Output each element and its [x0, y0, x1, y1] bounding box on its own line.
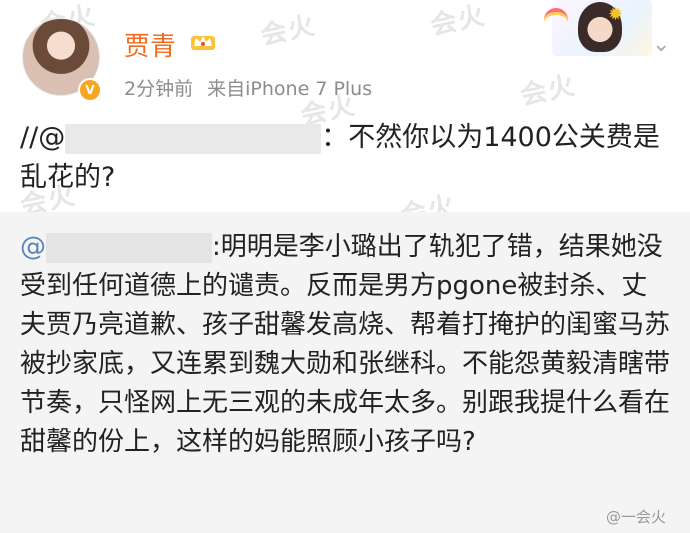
verified-badge-icon: V: [78, 78, 102, 102]
repost-prefix: //@: [20, 122, 66, 153]
author-name[interactable]: 贾青: [124, 26, 176, 63]
crown-icon: [191, 36, 215, 50]
post-header: V 贾青 2分钟前 来自iPhone 7 Plus ✹ ⌄: [0, 0, 690, 112]
repost-line1: :明明是李小璐出了轨犯了错，结果: [212, 232, 611, 262]
post-time: 2分钟前: [124, 78, 194, 100]
repost-text: @ :明明是李小璐出了轨犯了错，结果她没受到任何道德上的谴责。反而是男方pgone…: [20, 228, 670, 462]
repost-colon: ：: [321, 122, 349, 153]
post-text: //@ ：不然你以为1400公关费是乱花的?: [20, 118, 670, 198]
sun-icon: ✹: [608, 4, 624, 25]
repost-card[interactable]: @ :明明是李小璐出了轨犯了错，结果她没受到任何道德上的谴责。反而是男方pgone…: [0, 212, 690, 533]
repost-body: 她没受到任何道德上的谴责。反而是男方pgone被封杀、丈夫贾乃亮道歉、孩子甜馨发…: [20, 232, 671, 457]
corner-watermark: @一会火: [606, 508, 667, 526]
post-meta: 2分钟前 来自iPhone 7 Plus: [124, 74, 380, 101]
masked-username: [46, 232, 212, 263]
rainbow-icon: [544, 8, 568, 26]
repost-at[interactable]: @: [20, 232, 46, 262]
post-source: 来自iPhone 7 Plus: [207, 78, 373, 100]
chevron-down-icon[interactable]: ⌄: [652, 32, 670, 57]
masked-username: [65, 123, 322, 154]
